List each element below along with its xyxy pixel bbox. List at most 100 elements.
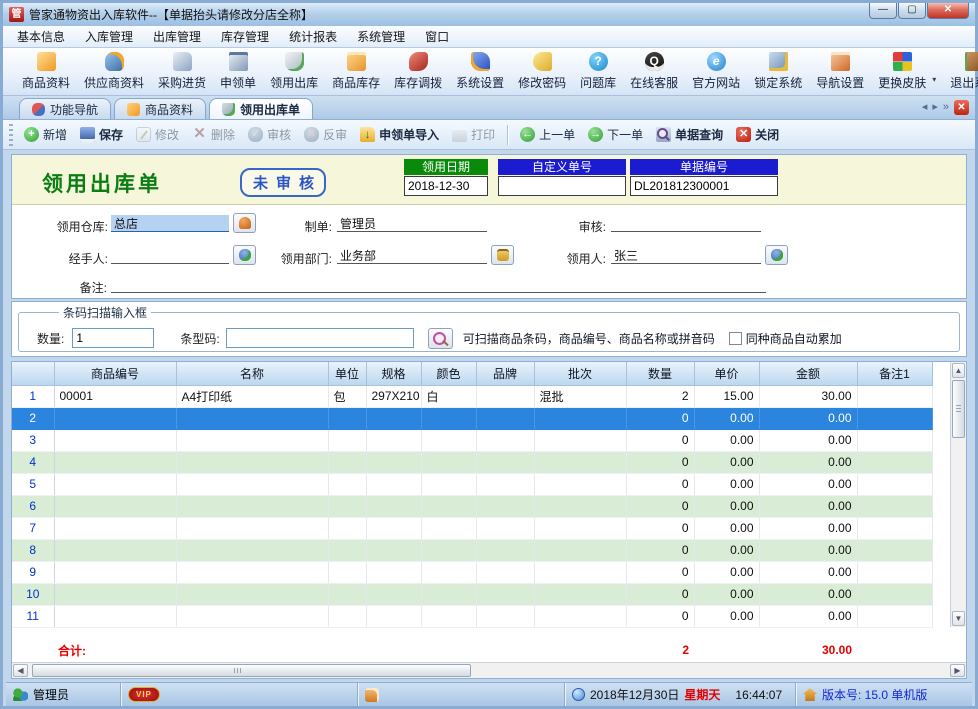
grid-cell[interactable] (328, 495, 366, 517)
grid-row-3[interactable]: 300.000.00 (12, 429, 932, 451)
doc-no-input[interactable] (630, 176, 778, 196)
horizontal-scrollbar[interactable]: ◀ ▶ (12, 662, 966, 678)
grid-cell[interactable]: 0 (626, 561, 694, 583)
grid-cell[interactable] (476, 583, 534, 605)
grid-cell[interactable] (857, 605, 932, 627)
grid-cell[interactable]: 0.00 (694, 605, 759, 627)
goods-button[interactable]: 商品资料 (15, 50, 77, 93)
grid-cell[interactable]: 0.00 (694, 517, 759, 539)
grid-cell[interactable] (476, 451, 534, 473)
inventory-box-button[interactable]: 商品库存 (325, 50, 387, 93)
import-button[interactable]: 申领单导入 (354, 123, 445, 146)
scroll-right-icon[interactable]: ▶ (950, 664, 965, 677)
grid-cell[interactable] (54, 495, 176, 517)
grid-cell[interactable] (534, 451, 626, 473)
grid-cell[interactable] (857, 495, 932, 517)
grid-row-2[interactable]: 200.000.00 (12, 407, 932, 429)
auto-accumulate-checkbox[interactable] (729, 332, 742, 345)
grid-cell[interactable] (534, 517, 626, 539)
grid-cell[interactable] (857, 385, 932, 407)
grid-cell[interactable] (534, 473, 626, 495)
grid-cell[interactable] (421, 539, 476, 561)
grid-cell[interactable] (54, 539, 176, 561)
grid-cell[interactable] (176, 561, 328, 583)
remark-value[interactable] (111, 276, 766, 293)
department-value[interactable]: 业务部 (337, 247, 487, 264)
grid-cell[interactable]: 0.00 (694, 539, 759, 561)
column-header-4[interactable]: 规格 (366, 362, 421, 385)
menu-item-2[interactable]: 入库管理 (75, 25, 143, 48)
grid-cell[interactable] (534, 561, 626, 583)
grid-cell[interactable] (476, 539, 534, 561)
grid-cell[interactable]: 0 (626, 407, 694, 429)
grid-cell[interactable]: 白 (421, 385, 476, 407)
grid-cell[interactable] (421, 495, 476, 517)
grid-row-9[interactable]: 900.000.00 (12, 561, 932, 583)
prev-button[interactable]: 上一单 (514, 123, 581, 146)
grid-cell[interactable] (857, 539, 932, 561)
column-header-11[interactable]: 备注1 (857, 362, 932, 385)
grid-cell[interactable]: 00001 (54, 385, 176, 407)
query-button[interactable]: 单据查询 (650, 123, 729, 146)
grid-cell[interactable] (476, 495, 534, 517)
grid-cell[interactable] (366, 451, 421, 473)
barcode-search-button[interactable] (428, 328, 453, 349)
grid-cell[interactable] (54, 451, 176, 473)
column-header-9[interactable]: 单价 (694, 362, 759, 385)
requisition-doc-button[interactable]: 申领单 (213, 50, 263, 93)
grid-cell[interactable] (534, 539, 626, 561)
grid-cell[interactable] (857, 407, 932, 429)
grid-cell[interactable] (176, 517, 328, 539)
grid-row-10[interactable]: 1000.000.00 (12, 583, 932, 605)
official-website-button[interactable]: 官方网站 (685, 50, 747, 93)
grid-cell[interactable]: 0.00 (694, 407, 759, 429)
column-header-1[interactable]: 商品编号 (54, 362, 176, 385)
grid-row-11[interactable]: 1100.000.00 (12, 605, 932, 627)
add-button[interactable]: 新增 (18, 123, 73, 146)
menu-item-5[interactable]: 统计报表 (279, 25, 347, 48)
grid-cell[interactable] (54, 517, 176, 539)
recipient-value[interactable]: 张三 (611, 247, 761, 264)
grid-cell[interactable] (54, 407, 176, 429)
grid-row-6[interactable]: 600.000.00 (12, 495, 932, 517)
grid-cell[interactable] (366, 539, 421, 561)
grid-cell[interactable]: 0.00 (694, 429, 759, 451)
grid-cell[interactable] (421, 605, 476, 627)
grid-cell[interactable]: 0.00 (759, 451, 857, 473)
grid-cell[interactable]: 0 (626, 429, 694, 451)
grid-cell[interactable] (176, 495, 328, 517)
suppliers-button[interactable]: 供应商资料 (77, 50, 151, 93)
grid-cell[interactable] (176, 605, 328, 627)
grid-cell[interactable] (328, 473, 366, 495)
grid-cell[interactable] (857, 473, 932, 495)
lock-system-button[interactable]: 锁定系统 (747, 50, 809, 93)
online-service-qq-button[interactable]: 在线客服 (623, 50, 685, 93)
dropdown-caret-icon[interactable]: ▾ (932, 75, 936, 84)
grid-cell[interactable]: 0 (626, 605, 694, 627)
grid-cell[interactable]: A4打印纸 (176, 385, 328, 407)
grid-cell[interactable] (421, 561, 476, 583)
column-header-5[interactable]: 颜色 (421, 362, 476, 385)
column-header-3[interactable]: 单位 (328, 362, 366, 385)
requisition-date-input[interactable] (404, 176, 488, 196)
maximize-button[interactable]: ▢ (898, 3, 926, 19)
barcode-input[interactable] (226, 328, 414, 348)
grid-cell[interactable]: 0.00 (759, 583, 857, 605)
transfer-arrows-button[interactable]: 库存调拨 (387, 50, 449, 93)
grid-row-1[interactable]: 100001A4打印纸包297X210白混批215.0030.00 (12, 385, 932, 407)
exit-system-button[interactable]: 退出系统 (943, 50, 978, 93)
handler-picker-button[interactable] (233, 245, 256, 265)
custom-no-input[interactable] (498, 176, 626, 196)
grid-cell[interactable]: 0.00 (759, 517, 857, 539)
grid-row-5[interactable]: 500.000.00 (12, 473, 932, 495)
grid-cell[interactable]: 0 (626, 451, 694, 473)
grid-cell[interactable] (421, 407, 476, 429)
grid-cell[interactable] (857, 561, 932, 583)
handler-value[interactable] (111, 247, 229, 264)
menu-item-6[interactable]: 系统管理 (347, 25, 415, 48)
grid-cell[interactable] (476, 473, 534, 495)
grid-cell[interactable] (366, 495, 421, 517)
tab-more-icon[interactable]: » (943, 100, 949, 115)
grid-cell[interactable] (366, 407, 421, 429)
grid-cell[interactable]: 0.00 (694, 561, 759, 583)
